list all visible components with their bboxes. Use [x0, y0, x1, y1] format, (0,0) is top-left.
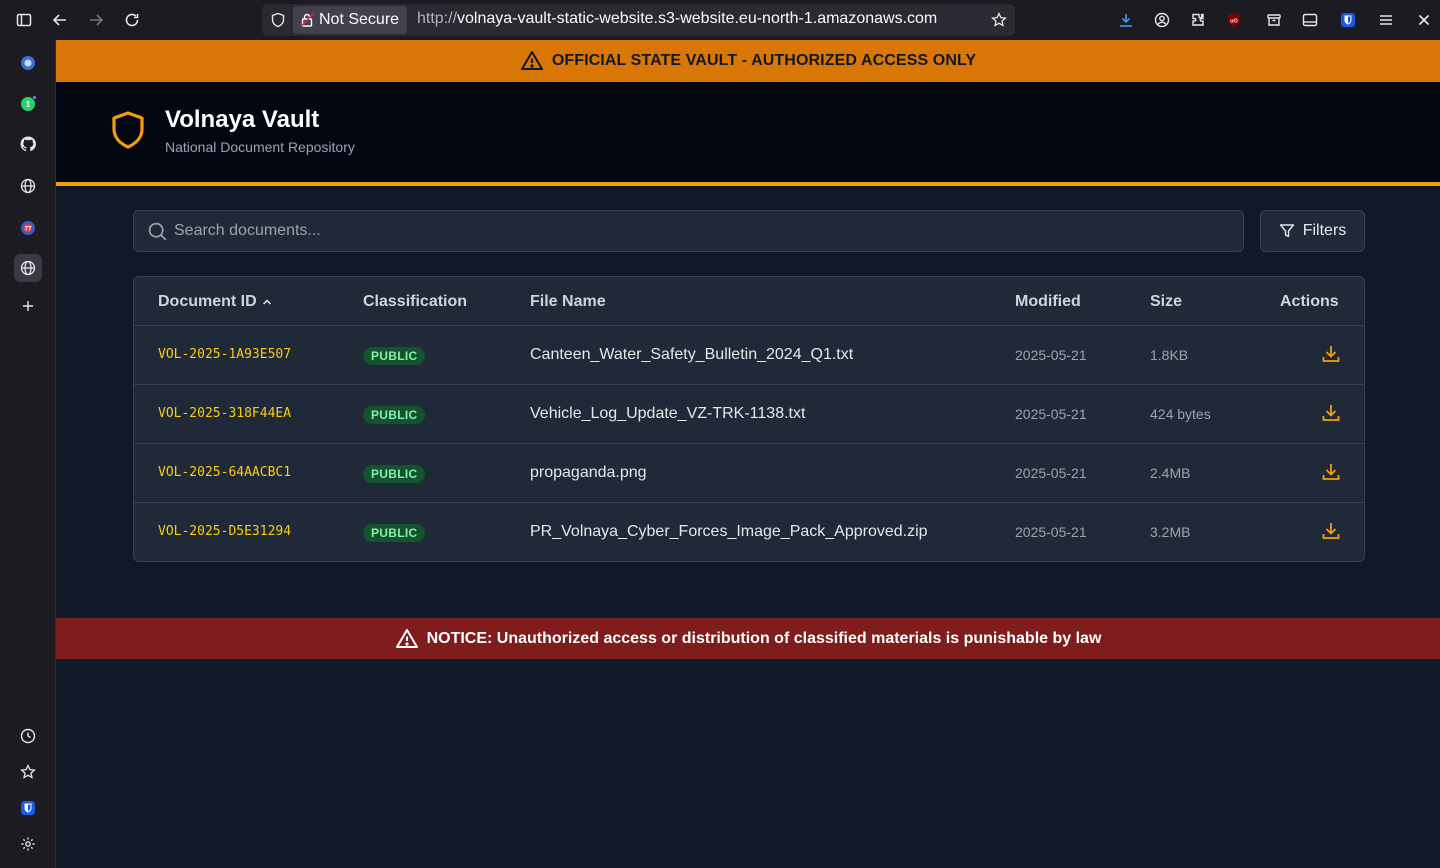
settings-icon[interactable]: [14, 830, 42, 858]
downloads-icon[interactable]: [1114, 8, 1138, 32]
notice-text: NOTICE: Unauthorized access or distribut…: [426, 629, 1102, 647]
modified-date: 2025-05-21: [1015, 347, 1087, 363]
filters-button[interactable]: Filters: [1260, 210, 1365, 252]
table-row[interactable]: VOL-2025-1A93E507 PUBLIC Canteen_Water_S…: [134, 326, 1364, 385]
svg-text:uO: uO: [1230, 19, 1238, 25]
globe-icon[interactable]: [14, 172, 42, 200]
site-subtitle: National Document Repository: [165, 139, 355, 155]
search-box: [133, 210, 1244, 252]
browser-toolbar: Not Secure http://volnaya-vault-static-w…: [0, 0, 1440, 40]
document-id: VOL-2025-318F44EA: [158, 406, 292, 421]
search-input[interactable]: [174, 211, 1234, 251]
column-header-file-name[interactable]: File Name: [530, 293, 606, 311]
whatsapp-icon[interactable]: 1: [14, 90, 42, 118]
column-header-modified[interactable]: Modified: [1015, 293, 1081, 311]
close-icon[interactable]: [1412, 8, 1436, 32]
document-id: VOL-2025-D5E31294: [158, 524, 292, 539]
file-size: 424 bytes: [1150, 406, 1211, 422]
download-button[interactable]: [1320, 402, 1342, 424]
modified-date: 2025-05-21: [1015, 406, 1087, 422]
column-header-size[interactable]: Size: [1150, 293, 1182, 311]
classification-badge: PUBLIC: [363, 524, 426, 542]
download-button[interactable]: [1320, 520, 1342, 542]
bookmark-star-icon[interactable]: [991, 11, 1007, 28]
column-header-actions: Actions: [1280, 293, 1339, 310]
file-size: 3.2MB: [1150, 524, 1191, 540]
file-name[interactable]: propaganda.png: [530, 464, 647, 482]
filters-label: Filters: [1302, 222, 1347, 239]
sidebar-panel-icon[interactable]: [1298, 8, 1322, 32]
not-secure-indicator[interactable]: Not Secure: [293, 6, 408, 34]
not-secure-label: Not Secure: [319, 11, 400, 28]
bitwarden-icon[interactable]: [1336, 8, 1360, 32]
download-icon: [1322, 523, 1340, 539]
shield-logo-icon: [112, 111, 144, 149]
reload-icon[interactable]: [120, 8, 144, 32]
svg-text:77: 77: [25, 226, 32, 232]
ublock-origin-icon[interactable]: uO: [1222, 8, 1246, 32]
app-badge-icon[interactable]: 77: [14, 214, 42, 242]
bitwarden-icon[interactable]: [14, 794, 42, 822]
table-row[interactable]: VOL-2025-D5E31294 PUBLIC PR_Volnaya_Cybe…: [134, 503, 1364, 561]
warning-triangle-icon: [395, 628, 418, 648]
file-name[interactable]: PR_Volnaya_Cyber_Forces_Image_Pack_Appro…: [530, 523, 928, 541]
github-icon[interactable]: [14, 130, 42, 158]
menu-icon[interactable]: [1374, 8, 1398, 32]
page-content: OFFICIAL STATE VAULT - AUTHORIZED ACCESS…: [56, 40, 1440, 868]
site-header: Volnaya Vault National Document Reposito…: [56, 82, 1440, 186]
whatsapp-badge: 1: [26, 100, 31, 109]
account-icon[interactable]: [1150, 8, 1174, 32]
globe-icon[interactable]: [14, 254, 42, 282]
file-name[interactable]: Canteen_Water_Safety_Bulletin_2024_Q1.tx…: [530, 346, 853, 364]
classification-badge: PUBLIC: [363, 347, 426, 365]
document-id: VOL-2025-64AACBC1: [158, 465, 292, 480]
modified-date: 2025-05-21: [1015, 465, 1087, 481]
insecure-lock-icon: [300, 13, 314, 27]
download-button[interactable]: [1320, 461, 1342, 483]
warning-triangle-icon: [520, 51, 543, 70]
plus-icon[interactable]: [14, 292, 42, 320]
back-icon[interactable]: [48, 8, 72, 32]
url-text[interactable]: http://volnaya-vault-static-website.s3-w…: [417, 10, 937, 28]
access-warning-banner: OFFICIAL STATE VAULT - AUTHORIZED ACCESS…: [56, 40, 1440, 82]
column-header-document-id[interactable]: Document ID: [158, 293, 273, 311]
extensions-icon[interactable]: [1186, 8, 1210, 32]
history-icon[interactable]: [14, 722, 42, 750]
download-button[interactable]: [1320, 343, 1342, 365]
url-scheme: http://: [417, 10, 458, 27]
documents-table: Document ID Classification File Name Mod…: [133, 276, 1365, 562]
forward-icon[interactable]: [84, 8, 108, 32]
classification-badge: PUBLIC: [363, 465, 426, 483]
download-icon: [1322, 464, 1340, 480]
archive-icon[interactable]: [1262, 8, 1286, 32]
browser-sidebar: 1 77: [0, 40, 56, 868]
sidebar-toggle-icon[interactable]: [12, 8, 36, 32]
table-header: Document ID Classification File Name Mod…: [134, 277, 1364, 326]
tracking-shield-icon[interactable]: [270, 12, 286, 28]
app-icon[interactable]: [14, 49, 42, 77]
banner-text: OFFICIAL STATE VAULT - AUTHORIZED ACCESS…: [551, 52, 977, 69]
download-icon: [1322, 346, 1340, 362]
site-title: Volnaya Vault: [165, 106, 320, 133]
url-host: volnaya-vault-static-website.s3-website.…: [457, 10, 938, 27]
column-header-classification[interactable]: Classification: [363, 293, 467, 311]
document-id: VOL-2025-1A93E507: [158, 347, 292, 362]
filter-icon: [1279, 224, 1294, 238]
file-name[interactable]: Vehicle_Log_Update_VZ-TRK-1138.txt: [530, 405, 805, 423]
url-bar[interactable]: Not Secure http://volnaya-vault-static-w…: [262, 4, 1015, 36]
column-header-label: Document ID: [158, 293, 257, 310]
legal-notice-banner: NOTICE: Unauthorized access or distribut…: [56, 618, 1440, 659]
modified-date: 2025-05-21: [1015, 524, 1087, 540]
table-row[interactable]: VOL-2025-64AACBC1 PUBLIC propaganda.png …: [134, 444, 1364, 503]
file-size: 1.8KB: [1150, 347, 1189, 363]
download-icon: [1322, 405, 1340, 421]
search-icon: [148, 222, 167, 241]
star-icon[interactable]: [14, 758, 42, 786]
sort-ascending-icon: [262, 299, 271, 305]
table-row[interactable]: VOL-2025-318F44EA PUBLIC Vehicle_Log_Upd…: [134, 385, 1364, 444]
file-size: 2.4MB: [1150, 465, 1191, 481]
classification-badge: PUBLIC: [363, 406, 426, 424]
